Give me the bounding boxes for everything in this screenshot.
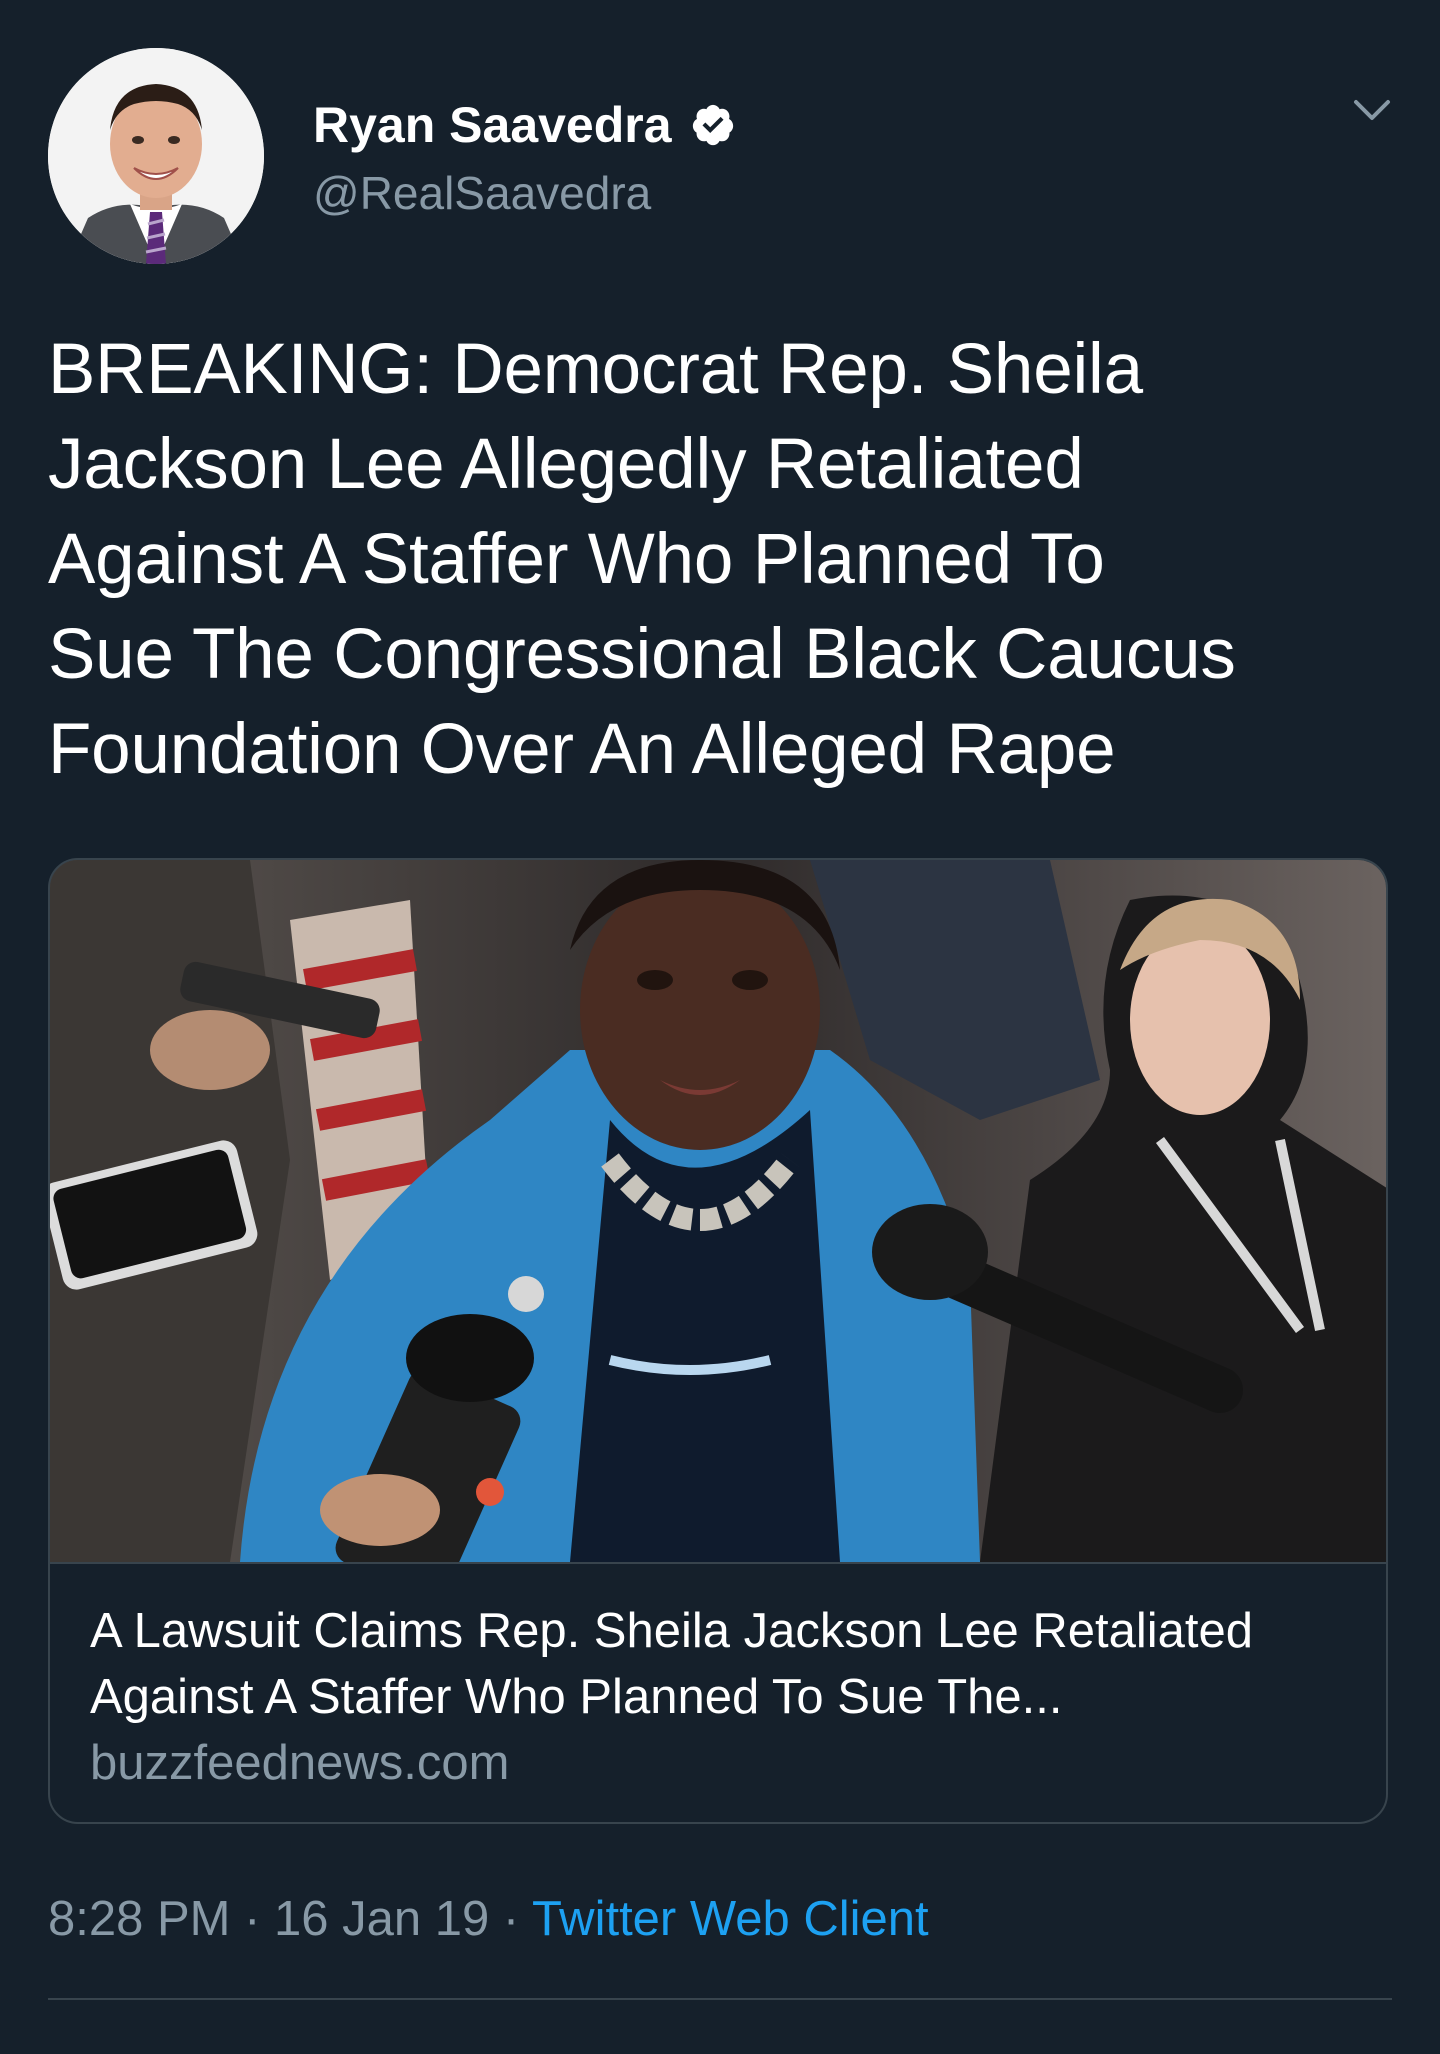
tweet-text-line: BREAKING: Democrat Rep. Sheila — [48, 330, 1143, 409]
tweet-container: Ryan Saavedra @RealSaavedra BREAKING: De… — [0, 0, 1440, 2054]
display-name-row: Ryan Saavedra — [313, 92, 736, 158]
tweet-text-line: Sue The Congressional Black Caucus — [48, 615, 1236, 694]
meta-separator: · — [489, 1892, 532, 1946]
avatar-photo — [48, 48, 264, 264]
user-handle[interactable]: @RealSaavedra — [313, 162, 736, 224]
tweet-time[interactable]: 8:28 PM — [48, 1892, 230, 1946]
meta-separator: · — [230, 1892, 275, 1946]
card-image[interactable] — [50, 860, 1386, 1564]
card-domain: buzzfeednews.com — [90, 1736, 510, 1790]
tweet-date[interactable]: 16 Jan 19 — [274, 1892, 489, 1946]
tweet-meta: 8:28 PM · 16 Jan 19 · Twitter Web Client — [48, 1886, 929, 1952]
tweet-text-line: Jackson Lee Allegedly Retaliated — [48, 425, 1084, 504]
divider — [48, 1998, 1392, 2000]
card-title-line: A Lawsuit Claims Rep. Sheila Jackson Lee… — [90, 1604, 1254, 1658]
tweet-text-line: Against A Staffer Who Planned To — [48, 520, 1105, 599]
user-info: Ryan Saavedra @RealSaavedra — [313, 92, 736, 224]
chevron-down-icon[interactable] — [1350, 88, 1394, 132]
tweet-text: BREAKING: Democrat Rep. Sheila Jackson L… — [48, 322, 1388, 797]
card-title-line: Against A Staffer Who Planned To Sue The… — [90, 1670, 1063, 1724]
verified-badge-icon — [692, 104, 733, 146]
news-photo — [50, 860, 1386, 1562]
display-name[interactable]: Ryan Saavedra — [313, 92, 672, 158]
avatar[interactable] — [48, 48, 264, 264]
link-card[interactable]: A Lawsuit Claims Rep. Sheila Jackson Lee… — [48, 858, 1388, 1824]
tweet-client-link[interactable]: Twitter Web Client — [532, 1892, 929, 1946]
card-title[interactable]: A Lawsuit Claims Rep. Sheila Jackson Lee… — [90, 1598, 1350, 1730]
card-body: A Lawsuit Claims Rep. Sheila Jackson Lee… — [90, 1598, 1350, 1796]
tweet-text-line: Foundation Over An Alleged Rape — [48, 710, 1116, 789]
